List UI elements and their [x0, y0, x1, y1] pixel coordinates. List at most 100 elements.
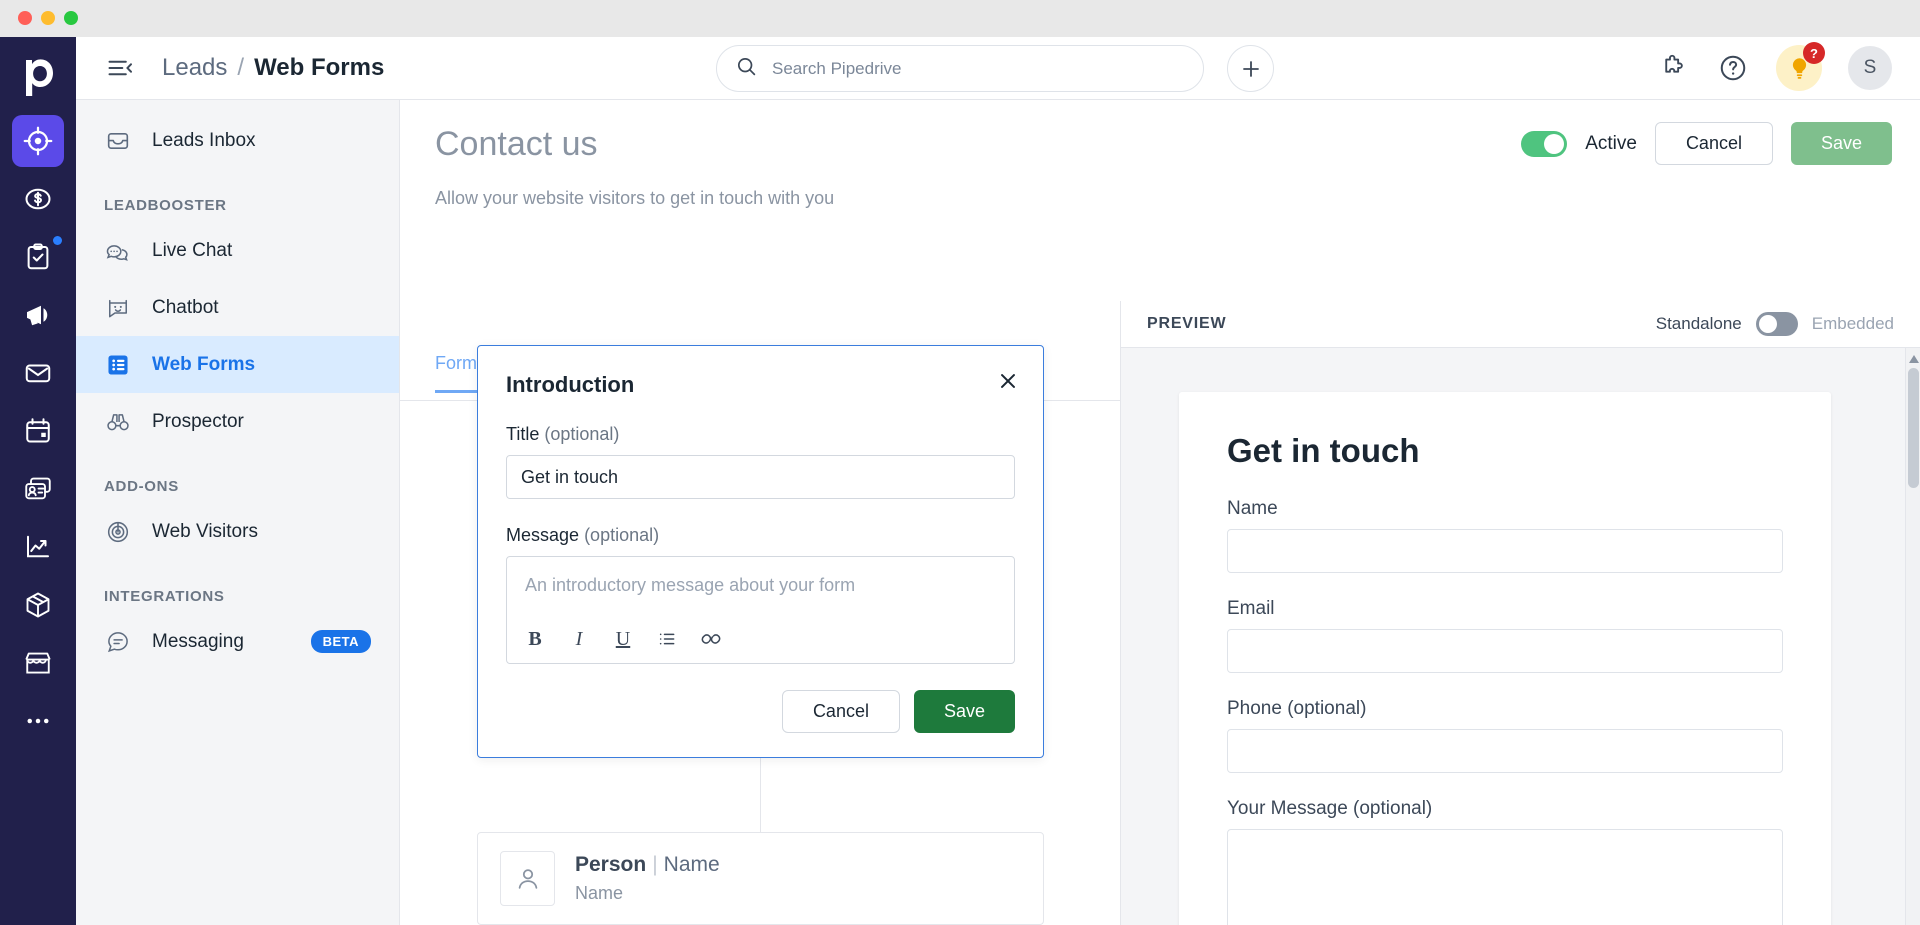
- preview-mode-toggle[interactable]: [1756, 312, 1798, 336]
- save-button[interactable]: Save: [1791, 122, 1892, 165]
- preview-form-heading: Get in touch: [1227, 432, 1783, 470]
- rail-item-campaigns[interactable]: [12, 289, 64, 341]
- sidebar-item-label: Messaging: [152, 631, 244, 653]
- preview-field-label-phone: Phone (optional): [1227, 698, 1783, 720]
- sidebar-item-label: Live Chat: [152, 240, 232, 262]
- dialog-cancel-button[interactable]: Cancel: [782, 690, 900, 733]
- preview-mode-embedded-label[interactable]: Embedded: [1812, 314, 1894, 334]
- sidebar-item-prospector[interactable]: Prospector: [76, 393, 399, 450]
- rail-item-products[interactable]: [12, 579, 64, 631]
- rich-text-toolbar: B I U: [523, 627, 723, 651]
- preview-header: PREVIEW Standalone Embedded: [1121, 301, 1920, 348]
- rail-item-mail[interactable]: [12, 347, 64, 399]
- binoculars-icon: [104, 408, 132, 436]
- traffic-lights: [18, 11, 78, 25]
- active-toggle[interactable]: [1521, 131, 1567, 157]
- sidebar-item-chatbot[interactable]: Chatbot: [76, 279, 399, 336]
- preview-label: PREVIEW: [1147, 315, 1226, 333]
- introduction-dialog: Introduction Title (optional) Message (o…: [477, 345, 1044, 758]
- form-field-card-person-name[interactable]: Person | Name Name: [477, 832, 1044, 925]
- message-rich-editor[interactable]: An introductory message about your form …: [506, 556, 1015, 664]
- preview-scrollbar[interactable]: [1905, 348, 1920, 925]
- page-subtitle: Allow your website visitors to get in to…: [435, 188, 834, 209]
- sidebar-item-label: Leads Inbox: [152, 130, 256, 152]
- sidebar-group-integrations: INTEGRATIONS: [76, 588, 399, 605]
- cancel-button[interactable]: Cancel: [1655, 122, 1773, 165]
- header-actions: ? S: [1656, 45, 1892, 91]
- sidebar-item-leads-inbox[interactable]: Leads Inbox: [76, 112, 399, 169]
- sidebar-item-live-chat[interactable]: Live Chat: [76, 222, 399, 279]
- tips-badge: ?: [1803, 42, 1825, 64]
- maximize-window-button[interactable]: [64, 11, 78, 25]
- activities-notification-dot: [53, 236, 62, 245]
- bullet-list-icon[interactable]: [655, 627, 679, 651]
- help-icon[interactable]: [1716, 51, 1750, 85]
- puzzle-icon[interactable]: [1656, 51, 1690, 85]
- robot-icon: [104, 294, 132, 322]
- title-field-optional: (optional): [544, 424, 619, 444]
- preview-input-name[interactable]: [1227, 529, 1783, 573]
- rail-item-activities[interactable]: [12, 231, 64, 283]
- preview-input-phone[interactable]: [1227, 729, 1783, 773]
- underline-icon[interactable]: U: [611, 627, 635, 651]
- sidebar-item-messaging[interactable]: Messaging BETA: [76, 613, 399, 670]
- link-icon[interactable]: [699, 627, 723, 651]
- preview-mode-standalone-label[interactable]: Standalone: [1656, 314, 1742, 334]
- preview-body: Get in touch Name Email Phone (optional)…: [1121, 348, 1920, 925]
- sidebar-group-add-ons: ADD-ONS: [76, 478, 399, 495]
- window-titlebar: [0, 0, 1920, 37]
- sidebar-item-label: Web Visitors: [152, 521, 258, 543]
- preview-field-label-name: Name: [1227, 498, 1783, 520]
- status-badge: BETA: [311, 630, 371, 653]
- scroll-up-icon[interactable]: [1906, 352, 1920, 366]
- pipedrive-logo[interactable]: [16, 55, 60, 99]
- sidebar-item-web-forms[interactable]: Web Forms: [76, 336, 399, 393]
- avatar[interactable]: S: [1848, 46, 1892, 90]
- preview-field-label-email: Email: [1227, 598, 1783, 620]
- field-card-field: Name: [664, 853, 720, 876]
- hamburger-collapse-icon[interactable]: [106, 54, 134, 82]
- minimize-window-button[interactable]: [41, 11, 55, 25]
- close-window-button[interactable]: [18, 11, 32, 25]
- dialog-save-button[interactable]: Save: [914, 690, 1015, 733]
- person-icon: [500, 851, 555, 906]
- scrollbar-thumb[interactable]: [1908, 368, 1919, 488]
- tips-button[interactable]: ?: [1776, 45, 1822, 91]
- title-input[interactable]: [506, 455, 1015, 499]
- sidebar-item-label: Prospector: [152, 411, 244, 433]
- field-card-entity: Person: [575, 853, 646, 876]
- dialog-title: Introduction: [506, 372, 1015, 398]
- title-field-label-text: Title: [506, 424, 539, 444]
- close-icon[interactable]: [995, 368, 1021, 394]
- rail-item-leads[interactable]: [12, 115, 64, 167]
- global-search[interactable]: [716, 45, 1204, 92]
- sidebar-item-web-visitors[interactable]: Web Visitors: [76, 503, 399, 560]
- form-list-icon: [104, 351, 132, 379]
- message-placeholder: An introductory message about your form: [525, 575, 855, 596]
- italic-icon[interactable]: I: [567, 627, 591, 651]
- bold-icon[interactable]: B: [523, 627, 547, 651]
- breadcrumb-parent[interactable]: Leads: [162, 54, 227, 82]
- search-icon: [735, 55, 758, 83]
- field-card-sublabel: Name: [575, 883, 720, 904]
- field-card-divider: |: [652, 853, 657, 876]
- rail-item-marketplace[interactable]: [12, 637, 64, 689]
- rail-item-more[interactable]: [12, 695, 64, 747]
- rail-item-contacts[interactable]: [12, 463, 64, 515]
- sidebar-group-leadbooster: LEADBOOSTER: [76, 197, 399, 214]
- preview-mode-toggle-group: Standalone Embedded: [1656, 312, 1894, 336]
- breadcrumb-separator: /: [237, 54, 244, 82]
- page-header-actions: Active Cancel Save: [1521, 122, 1892, 165]
- rail-item-calendar[interactable]: [12, 405, 64, 457]
- rail-item-deals[interactable]: [12, 173, 64, 225]
- preview-field-label-message: Your Message (optional): [1227, 798, 1783, 820]
- rail-item-insights[interactable]: [12, 521, 64, 573]
- preview-input-message[interactable]: [1227, 829, 1783, 925]
- chat-bubbles-icon: [104, 237, 132, 265]
- radar-icon: [104, 518, 132, 546]
- leads-sidebar: Leads Inbox LEADBOOSTER Live Chat Cha: [76, 100, 400, 925]
- search-input[interactable]: [772, 59, 1172, 79]
- add-button[interactable]: [1227, 45, 1274, 92]
- field-card-title: Person | Name: [575, 853, 720, 877]
- preview-input-email[interactable]: [1227, 629, 1783, 673]
